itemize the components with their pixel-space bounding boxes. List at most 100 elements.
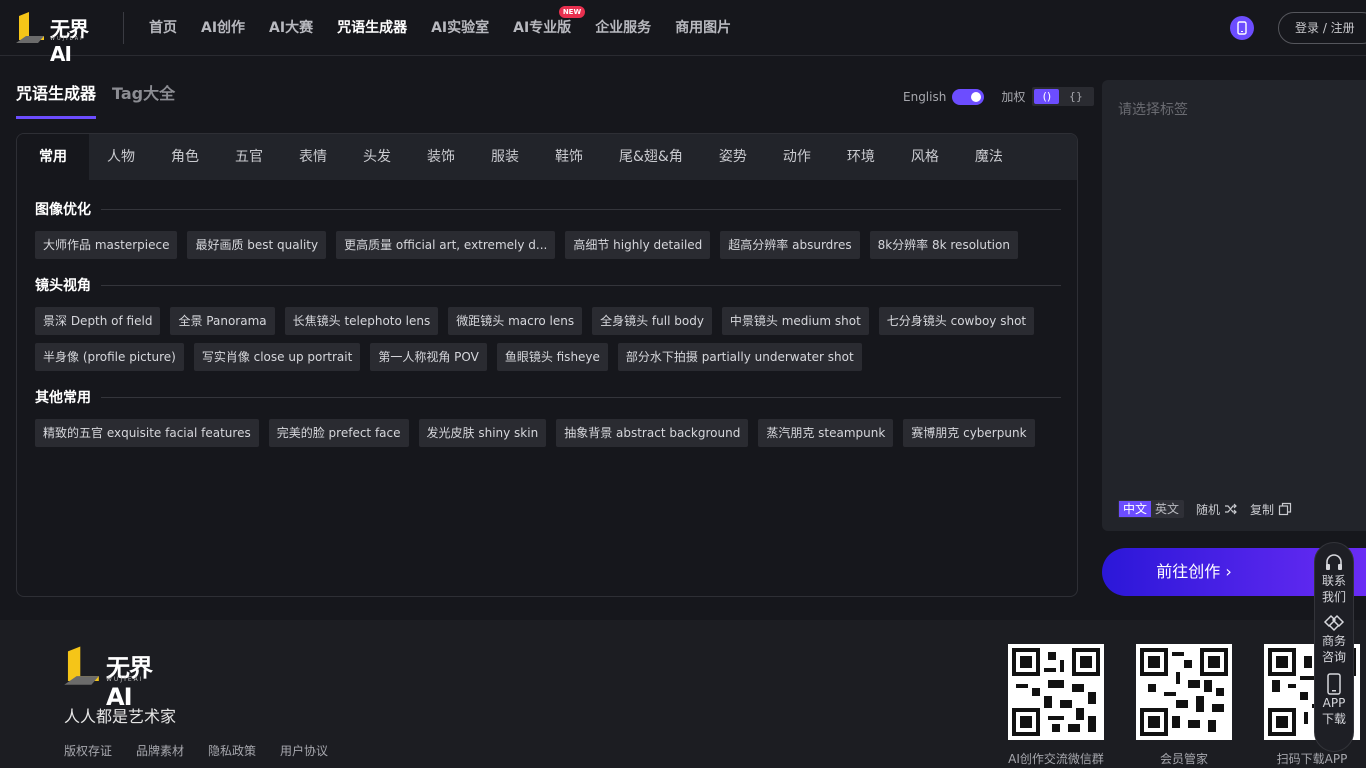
tag-chip[interactable]: 鱼眼镜头 fisheye (496, 343, 608, 371)
mobile-app-button[interactable] (1230, 16, 1254, 40)
logo[interactable]: 无界AI WUJIEAI (16, 10, 102, 66)
random-label: 随机 (1196, 502, 1221, 517)
tag-chip[interactable]: 更高质量 official art, extremely d... (336, 231, 556, 259)
weight-option-braces[interactable]: {} (1063, 89, 1088, 104)
weight-selector: () {} (1032, 87, 1095, 106)
category-tab[interactable]: 尾&翅&角 (601, 134, 701, 180)
section-title: 图像优化 (35, 199, 1061, 219)
nav-commercial-images[interactable]: 商用图片 (663, 0, 743, 56)
mobile-icon (1237, 21, 1247, 35)
footer-link-copyright[interactable]: 版权存证 (64, 742, 112, 759)
app-download-label: APP下载 (1322, 696, 1347, 726)
floating-contact-bar: 联系我们 商务咨询 APP下载 (1314, 542, 1354, 752)
qr-label-member-service: 会员管家 (1159, 752, 1208, 766)
category-tab[interactable]: 鞋饰 (537, 134, 601, 180)
english-label: English (903, 89, 947, 104)
section-common-others: 其他常用 精致的五官 exquisite facial features 完美的… (35, 387, 1061, 447)
output-toolbar: 中文 英文 随机 复制 (1118, 500, 1292, 518)
nav-label: 企业服务 (595, 20, 652, 36)
lang-option-chinese[interactable]: 中文 (1119, 501, 1152, 517)
footer-links: 版权存证 品牌素材 隐私政策 用户协议 (64, 742, 328, 759)
tag-chip[interactable]: 半身像 (profile picture) (35, 343, 184, 371)
nav-label: AI大赛 (269, 20, 314, 36)
nav-enterprise[interactable]: 企业服务 (583, 0, 663, 56)
tag-chip[interactable]: 高细节 highly detailed (565, 231, 711, 259)
prompt-output-panel[interactable]: 请选择标签 中文 英文 随机 复制 (1102, 80, 1366, 531)
tag-chip[interactable]: 七分身镜头 cowboy shot (878, 307, 1035, 335)
output-placeholder: 请选择标签 (1118, 102, 1188, 118)
copy-button[interactable]: 复制 (1250, 501, 1292, 518)
nav-ai-pro[interactable]: AI专业版 NEW (501, 0, 586, 56)
category-tab[interactable]: 装饰 (409, 134, 473, 180)
qr-code-icon (1012, 648, 1100, 736)
nav-ai-create[interactable]: AI创作 (189, 0, 257, 56)
tag-chip[interactable]: 大师作品 masterpiece (35, 231, 178, 259)
tag-chip[interactable]: 第一人称视角 POV (370, 343, 487, 371)
category-tab[interactable]: 角色 (153, 134, 217, 180)
tag-chip[interactable]: 抽象背景 abstract background (556, 419, 749, 447)
tag-chip[interactable]: 中景镜头 medium shot (721, 307, 869, 335)
footer-link-brand-assets[interactable]: 品牌素材 (136, 742, 184, 759)
tag-chip[interactable]: 景深 Depth of field (35, 307, 161, 335)
tag-chip[interactable]: 完美的脸 prefect face (268, 419, 409, 447)
english-toggle[interactable] (952, 88, 985, 105)
tag-chip[interactable]: 部分水下拍摄 partially underwater shot (617, 343, 862, 371)
category-tab[interactable]: 动作 (765, 134, 829, 180)
business-inquiry-label: 商务咨询 (1322, 634, 1347, 664)
business-inquiry-button[interactable]: 商务咨询 (1322, 613, 1346, 665)
logo-mark-icon (64, 646, 99, 685)
category-tab[interactable]: 姿势 (701, 134, 765, 180)
category-tabs: 常用 人物 角色 五官 表情 头发 装饰 服装 鞋饰 尾&翅&角 姿势 动作 环… (17, 134, 1077, 180)
category-tab[interactable]: 五官 (217, 134, 281, 180)
tag-chip[interactable]: 最好画质 best quality (187, 231, 327, 259)
logo-subtitle: WUJIEAI (106, 676, 144, 683)
tag-chip[interactable]: 蒸汽朋克 steampunk (758, 419, 894, 447)
lang-option-english[interactable]: 英文 (1151, 501, 1183, 517)
tag-chip[interactable]: 长焦镜头 telephoto lens (284, 307, 439, 335)
tag-chip[interactable]: 超高分辨率 absurdres (720, 231, 860, 259)
category-tab[interactable]: 风格 (893, 134, 957, 180)
tag-chip[interactable]: 精致的五官 exquisite facial features (35, 419, 259, 447)
logo-mark-icon (16, 12, 44, 43)
category-tab[interactable]: 环境 (829, 134, 893, 180)
random-button[interactable]: 随机 (1196, 501, 1238, 518)
language-selector: 中文 英文 (1118, 500, 1185, 518)
tab-tag-library[interactable]: Tag大全 (112, 80, 175, 119)
tag-chip[interactable]: 写实肖像 close up portrait (193, 343, 361, 371)
contact-us-button[interactable]: 联系我们 (1322, 553, 1346, 605)
qr-label-wechat-group: AI创作交流微信群 (1008, 752, 1104, 766)
tag-chip[interactable]: 赛博朋克 cyberpunk (903, 419, 1035, 447)
nav-home[interactable]: 首页 (137, 0, 189, 56)
section-title: 镜头视角 (35, 275, 1061, 295)
category-tab[interactable]: 人物 (89, 134, 153, 180)
tag-chip[interactable]: 发光皮肤 shiny skin (418, 419, 547, 447)
qr-code-wechat-group (1008, 644, 1104, 740)
footer-logo: 无界AI WUJIEAI (64, 644, 174, 711)
section-camera-view: 镜头视角 景深 Depth of field 全景 Panorama 长焦镜头 … (35, 275, 1061, 371)
app-download-button[interactable]: APP下载 (1322, 673, 1346, 727)
copy-icon (1278, 502, 1292, 516)
footer-link-privacy[interactable]: 隐私政策 (208, 742, 256, 759)
nav-label: AI实验室 (431, 20, 490, 36)
weight-option-parentheses[interactable]: () (1034, 89, 1060, 104)
category-tab[interactable]: 常用 (17, 134, 89, 180)
tag-chip[interactable]: 全身镜头 full body (592, 307, 712, 335)
category-tab[interactable]: 表情 (281, 134, 345, 180)
nav-ai-lab[interactable]: AI实验室 (419, 0, 501, 56)
category-tab[interactable]: 头发 (345, 134, 409, 180)
tag-chip[interactable]: 全景 Panorama (170, 307, 275, 335)
category-tab[interactable]: 魔法 (957, 134, 1021, 180)
category-tab[interactable]: 服装 (473, 134, 537, 180)
headset-icon (1326, 554, 1342, 570)
tab-prompt-generator[interactable]: 咒语生成器 (16, 80, 97, 119)
nav-ai-contest[interactable]: AI大赛 (257, 0, 325, 56)
nav-prompt-generator[interactable]: 咒语生成器 (325, 0, 419, 56)
tag-chip[interactable]: 8k分辨率 8k resolution (869, 231, 1018, 259)
nav-label: 商用图片 (675, 20, 732, 36)
footer-link-terms[interactable]: 用户协议 (280, 742, 328, 759)
tag-chip[interactable]: 微距镜头 macro lens (448, 307, 583, 335)
section-image-optimization: 图像优化 大师作品 masterpiece 最好画质 best quality … (35, 199, 1061, 259)
new-badge: NEW (558, 6, 586, 18)
qr-code-member-service (1136, 644, 1232, 740)
login-register-button[interactable]: 登录 / 注册 (1278, 12, 1366, 44)
